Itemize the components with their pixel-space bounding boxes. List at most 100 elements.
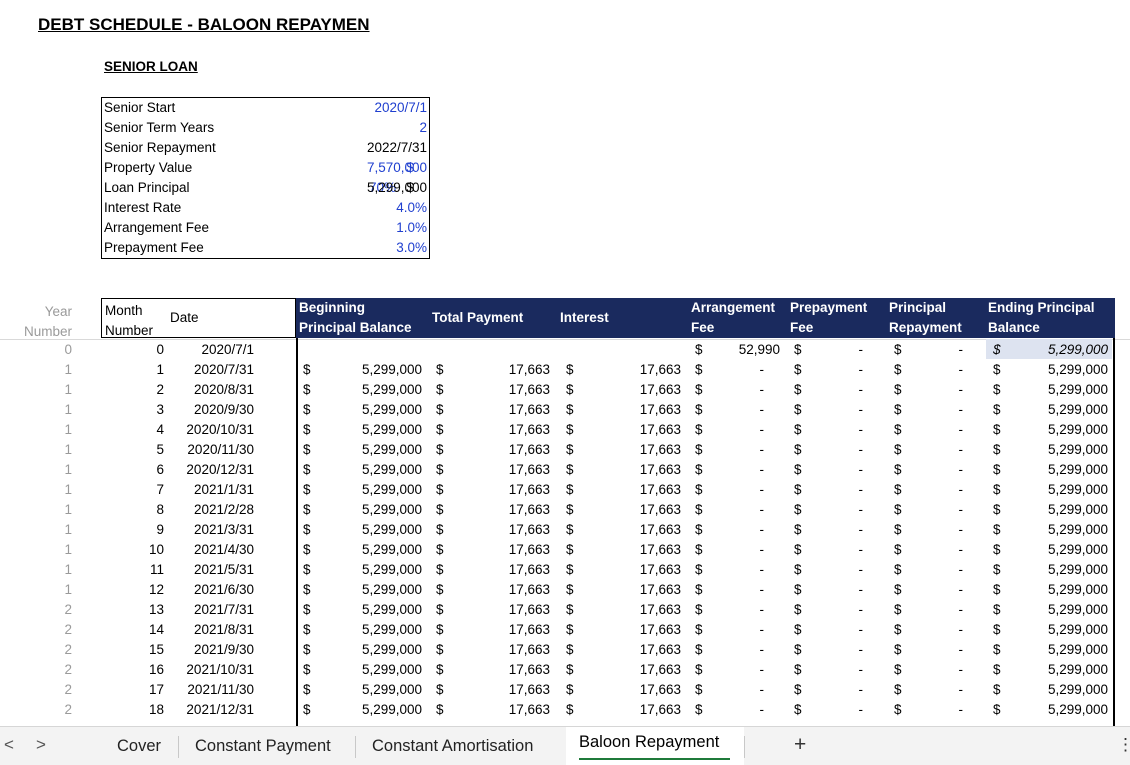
prepayment-fee-cell[interactable]: -: [810, 680, 868, 700]
prepayment-fee-cell[interactable]: -: [810, 700, 868, 720]
interest-cell[interactable]: 17,663: [600, 700, 681, 720]
interest-cell[interactable]: 17,663: [600, 660, 681, 680]
date-cell[interactable]: 2021/5/31: [170, 560, 254, 580]
interest-cell[interactable]: 17,663: [600, 500, 681, 520]
beginning-balance-cell[interactable]: 5,299,000: [330, 540, 422, 560]
beginning-balance-cell[interactable]: 5,299,000: [330, 420, 422, 440]
interest-cell[interactable]: 17,663: [600, 560, 681, 580]
ending-balance-cell[interactable]: 5,299,000: [1010, 540, 1108, 560]
month-number-cell[interactable]: 7: [103, 480, 164, 500]
prepayment-fee-cell[interactable]: -: [810, 520, 868, 540]
interest-cell[interactable]: 17,663: [600, 680, 681, 700]
next-sheet-icon[interactable]: >: [36, 735, 46, 755]
total-payment-cell[interactable]: 17,663: [470, 480, 550, 500]
param-value[interactable]: 4.0%: [396, 198, 427, 218]
principal-repayment-cell[interactable]: -: [910, 600, 968, 620]
beginning-balance-cell[interactable]: 5,299,000: [330, 600, 422, 620]
month-number-cell[interactable]: 5: [103, 440, 164, 460]
total-payment-cell[interactable]: 17,663: [470, 700, 550, 720]
date-cell[interactable]: 2021/10/31: [170, 660, 254, 680]
beginning-balance-cell[interactable]: 5,299,000: [330, 640, 422, 660]
date-cell[interactable]: 2021/2/28: [170, 500, 254, 520]
ending-balance-cell[interactable]: 5,299,000: [1010, 580, 1108, 600]
month-number-cell[interactable]: 8: [103, 500, 164, 520]
prepayment-fee-cell[interactable]: -: [810, 380, 868, 400]
year-number-cell[interactable]: 1: [0, 360, 72, 380]
arrangement-fee-cell[interactable]: 52,990: [710, 340, 780, 360]
year-number-cell[interactable]: 1: [0, 580, 72, 600]
interest-cell[interactable]: 17,663: [600, 600, 681, 620]
month-number-cell[interactable]: 1: [103, 360, 164, 380]
total-payment-cell[interactable]: 17,663: [470, 500, 550, 520]
prepayment-fee-cell[interactable]: -: [810, 620, 868, 640]
total-payment-cell[interactable]: 17,663: [470, 460, 550, 480]
param-value[interactable]: 2020/7/1: [374, 98, 427, 118]
more-options-icon[interactable]: ⋮: [1117, 735, 1130, 755]
interest-cell[interactable]: 17,663: [600, 620, 681, 640]
month-number-cell[interactable]: 13: [103, 600, 164, 620]
total-payment-cell[interactable]: 17,663: [470, 540, 550, 560]
prepayment-fee-cell[interactable]: -: [810, 500, 868, 520]
date-cell[interactable]: 2020/9/30: [170, 400, 254, 420]
principal-repayment-cell[interactable]: -: [910, 680, 968, 700]
month-number-cell[interactable]: 0: [103, 340, 164, 360]
prepayment-fee-cell[interactable]: -: [810, 360, 868, 380]
date-cell[interactable]: 2021/4/30: [170, 540, 254, 560]
month-number-cell[interactable]: 14: [103, 620, 164, 640]
arrangement-fee-cell[interactable]: -: [710, 500, 780, 520]
interest-cell[interactable]: 17,663: [600, 640, 681, 660]
date-cell[interactable]: 2021/3/31: [170, 520, 254, 540]
total-payment-cell[interactable]: 17,663: [470, 560, 550, 580]
arrangement-fee-cell[interactable]: -: [710, 520, 780, 540]
month-number-cell[interactable]: 10: [103, 540, 164, 560]
year-number-cell[interactable]: 2: [0, 680, 72, 700]
date-cell[interactable]: 2020/10/31: [170, 420, 254, 440]
prepayment-fee-cell[interactable]: -: [810, 400, 868, 420]
interest-cell[interactable]: 17,663: [600, 520, 681, 540]
year-number-cell[interactable]: 2: [0, 700, 72, 720]
arrangement-fee-cell[interactable]: -: [710, 560, 780, 580]
ending-balance-cell[interactable]: 5,299,000: [1010, 660, 1108, 680]
ending-balance-cell[interactable]: 5,299,000: [1010, 480, 1108, 500]
beginning-balance-cell[interactable]: 5,299,000: [330, 400, 422, 420]
date-cell[interactable]: 2021/9/30: [170, 640, 254, 660]
year-number-cell[interactable]: 1: [0, 480, 72, 500]
arrangement-fee-cell[interactable]: -: [710, 660, 780, 680]
interest-cell[interactable]: 17,663: [600, 580, 681, 600]
prepayment-fee-cell[interactable]: -: [810, 560, 868, 580]
total-payment-cell[interactable]: 17,663: [470, 600, 550, 620]
ending-balance-cell[interactable]: 5,299,000: [1010, 560, 1108, 580]
principal-repayment-cell[interactable]: -: [910, 340, 968, 360]
month-number-cell[interactable]: 4: [103, 420, 164, 440]
date-cell[interactable]: 2021/8/31: [170, 620, 254, 640]
beginning-balance-cell[interactable]: 5,299,000: [330, 520, 422, 540]
total-payment-cell[interactable]: 17,663: [470, 580, 550, 600]
year-number-cell[interactable]: 1: [0, 520, 72, 540]
tab-constant-amortisation[interactable]: Constant Amortisation: [372, 737, 533, 756]
prepayment-fee-cell[interactable]: -: [810, 580, 868, 600]
ending-balance-cell[interactable]: 5,299,000: [1010, 520, 1108, 540]
month-number-cell[interactable]: 9: [103, 520, 164, 540]
total-payment-cell[interactable]: 17,663: [470, 440, 550, 460]
beginning-balance-cell[interactable]: 5,299,000: [330, 660, 422, 680]
arrangement-fee-cell[interactable]: -: [710, 540, 780, 560]
beginning-balance-cell[interactable]: 5,299,000: [330, 440, 422, 460]
param-value[interactable]: 2: [419, 118, 427, 138]
total-payment-cell[interactable]: 17,663: [470, 400, 550, 420]
tab-constant-payment[interactable]: Constant Payment: [195, 737, 331, 756]
date-cell[interactable]: 2021/1/31: [170, 480, 254, 500]
tab-baloon-repayment[interactable]: Baloon Repayment: [579, 733, 719, 752]
arrangement-fee-cell[interactable]: -: [710, 580, 780, 600]
month-number-cell[interactable]: 2: [103, 380, 164, 400]
principal-repayment-cell[interactable]: -: [910, 660, 968, 680]
year-number-cell[interactable]: 1: [0, 560, 72, 580]
beginning-balance-cell[interactable]: 5,299,000: [330, 380, 422, 400]
ending-balance-cell[interactable]: 5,299,000: [1010, 420, 1108, 440]
param-value[interactable]: 3.0%: [396, 238, 427, 258]
date-cell[interactable]: 2020/12/31: [170, 460, 254, 480]
arrangement-fee-cell[interactable]: -: [710, 420, 780, 440]
beginning-balance-cell[interactable]: 5,299,000: [330, 480, 422, 500]
ending-balance-cell[interactable]: 5,299,000: [1010, 640, 1108, 660]
year-number-cell[interactable]: 2: [0, 600, 72, 620]
arrangement-fee-cell[interactable]: -: [710, 460, 780, 480]
